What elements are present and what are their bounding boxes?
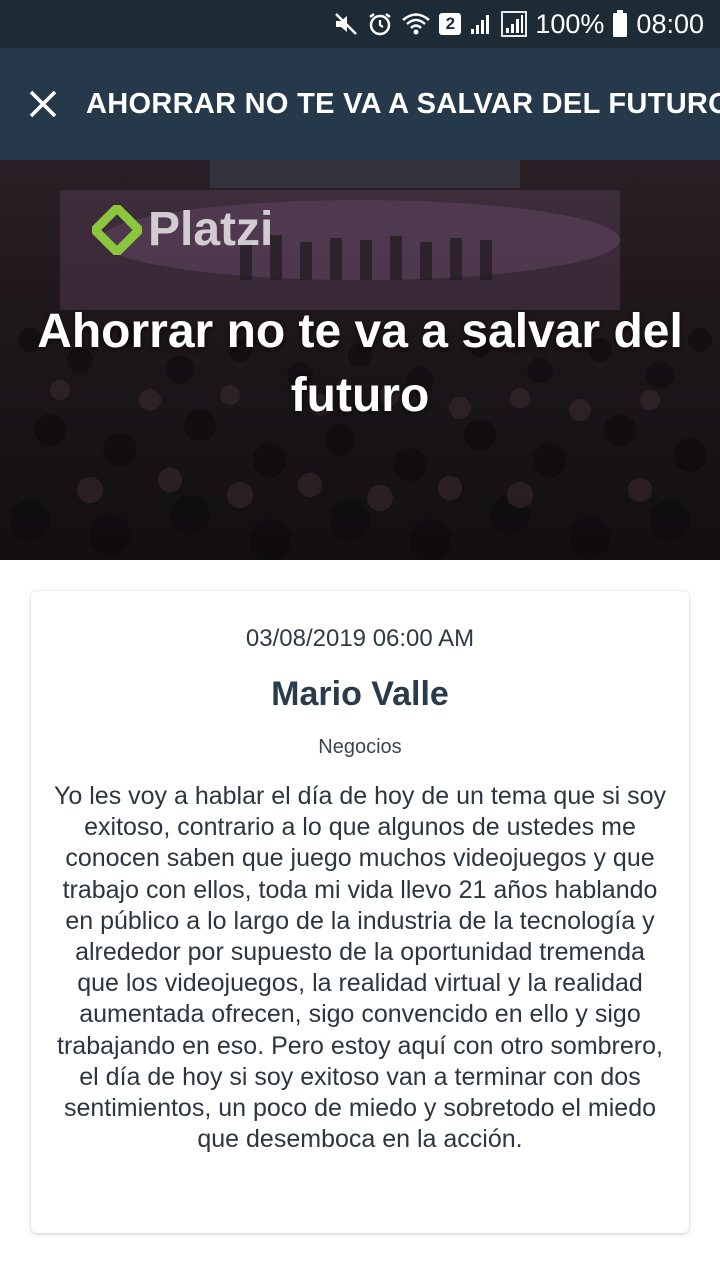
battery-icon — [612, 10, 628, 38]
battery-percent: 100% — [535, 8, 605, 39]
close-button[interactable] — [28, 76, 58, 132]
app-bar-title: AHORRAR NO TE VA A SALVAR DEL FUTURO — [86, 87, 720, 120]
platzi-logo-icon — [92, 204, 142, 255]
wifi-icon — [401, 11, 431, 37]
hero-title: Ahorrar no te va a salvar del futuro — [37, 305, 683, 422]
clock: 08:00 — [636, 8, 704, 39]
platzi-logo-text: Platzi — [148, 203, 274, 256]
signal-icon — [501, 11, 528, 37]
article-card: 03/08/2019 06:00 AM Mario Valle Negocios… — [31, 591, 689, 1233]
status-bar: 2 100% 08:00 — [0, 0, 720, 48]
platzi-logo: Platzi — [92, 202, 273, 257]
author-name: Mario Valle — [271, 675, 449, 713]
article-body: Yo les voy a hablar el día de hoy de un … — [54, 782, 666, 1154]
sim-badge: 2 — [439, 13, 462, 35]
close-icon — [29, 90, 57, 118]
alarm-icon — [367, 11, 393, 37]
mute-icon — [333, 11, 359, 37]
post-date: 03/08/2019 06:00 AM — [245, 625, 475, 652]
signal-icon — [469, 12, 493, 36]
hero-banner: Platzi Ahorrar no te va a salvar del fut… — [0, 160, 720, 560]
app-bar: AHORRAR NO TE VA A SALVAR DEL FUTURO — [0, 48, 720, 160]
category-label: Negocios — [318, 736, 402, 758]
